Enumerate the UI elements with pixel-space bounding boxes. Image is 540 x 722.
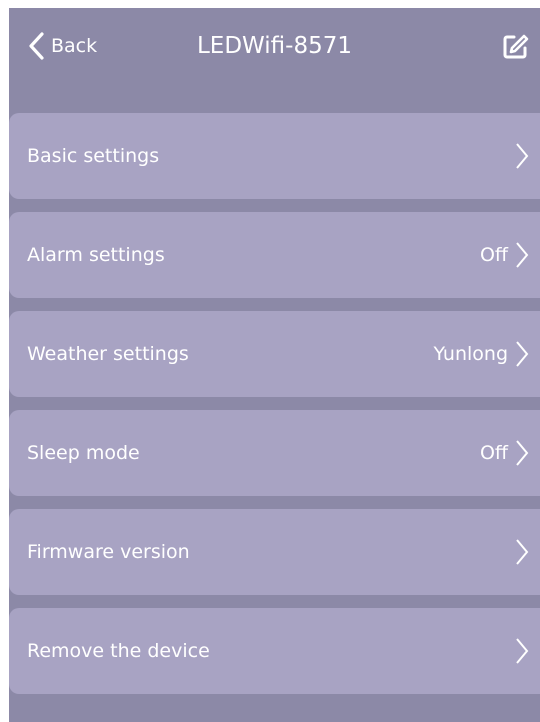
chevron-right-icon (516, 143, 529, 169)
row-label: Basic settings (27, 145, 160, 167)
row-value: Yunlong (433, 343, 508, 365)
edit-icon[interactable] (500, 32, 530, 62)
back-label: Back (51, 35, 98, 57)
row-firmware-version[interactable]: Firmware version (9, 509, 540, 595)
row-remove-device[interactable]: Remove the device (9, 608, 540, 694)
row-value: Off (479, 442, 508, 464)
row-basic-settings[interactable]: Basic settings (9, 113, 540, 199)
chevron-right-icon (516, 539, 529, 565)
back-button[interactable]: Back (25, 28, 97, 64)
chevron-right-icon (516, 440, 529, 466)
row-sleep-mode[interactable]: Sleep mode Off (9, 410, 540, 496)
chevron-right-icon (516, 242, 529, 268)
screen: Back LEDWifi-8571 Basic settings Alarm s… (9, 8, 540, 722)
row-label: Alarm settings (27, 244, 165, 266)
chevron-right-icon (516, 638, 529, 664)
row-label: Sleep mode (27, 442, 140, 464)
row-alarm-settings[interactable]: Alarm settings Off (9, 212, 540, 298)
row-label: Remove the device (27, 640, 210, 662)
settings-list: Basic settings Alarm settings Off Weathe… (9, 113, 540, 707)
row-value: Off (479, 244, 508, 266)
row-weather-settings[interactable]: Weather settings Yunlong (9, 311, 540, 397)
row-label: Weather settings (27, 343, 189, 365)
chevron-right-icon (516, 341, 529, 367)
header-bar: Back LEDWifi-8571 (9, 8, 540, 86)
chevron-left-icon (29, 32, 44, 60)
row-label: Firmware version (27, 541, 190, 563)
